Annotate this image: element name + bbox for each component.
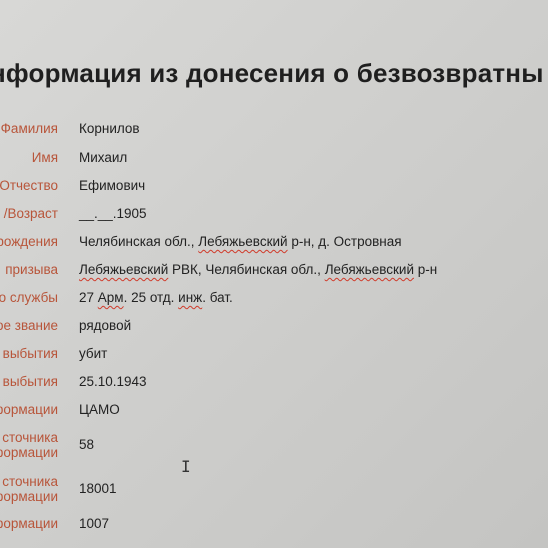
archive-record-screen: нформация из донесения о безвозвратны Фа… xyxy=(0,0,548,548)
field-value: Корнилов xyxy=(79,121,140,136)
record-fields: Фамилия Корнилов Имя Михаил Отчество Ефи… xyxy=(0,0,548,548)
field-value: 25.10.1943 xyxy=(79,374,147,389)
text-cursor-icon: I xyxy=(181,457,191,476)
field-value: 58 xyxy=(79,437,95,452)
field-value: 18001 xyxy=(79,481,117,496)
field-label: сточникаформации xyxy=(0,474,58,504)
field-label: формации xyxy=(0,402,58,417)
field-label: формации xyxy=(0,516,58,531)
field-value: Лебяжьевский РВК, Челябинская обл., Лебя… xyxy=(79,262,438,277)
field-label: Фамилия xyxy=(0,121,58,136)
field-label: выбытия xyxy=(2,374,58,389)
field-value: Михаил xyxy=(79,150,128,165)
field-label: Имя xyxy=(31,150,58,165)
field-value: 27 Арм. 25 отд. инж. бат. xyxy=(79,290,233,305)
field-label: рождения xyxy=(0,234,58,249)
field-value: убит xyxy=(79,346,108,361)
field-label: Отчество xyxy=(0,178,58,193)
field-label: сточникаформации xyxy=(0,430,58,460)
field-value: __.__.1905 xyxy=(79,206,147,221)
field-label: /Возраст xyxy=(3,206,58,221)
field-label: призыва xyxy=(5,262,58,277)
field-label: выбытия xyxy=(2,346,58,361)
field-value: Челябинская обл., Лебяжьевский р-н, д. О… xyxy=(79,234,402,249)
field-label: о службы xyxy=(0,290,58,305)
field-value: Ефимович xyxy=(79,178,146,193)
field-value: рядовой xyxy=(79,318,132,333)
field-value: 1007 xyxy=(79,516,110,531)
field-label: ое звание xyxy=(0,318,58,333)
field-value: ЦАМО xyxy=(79,402,120,417)
